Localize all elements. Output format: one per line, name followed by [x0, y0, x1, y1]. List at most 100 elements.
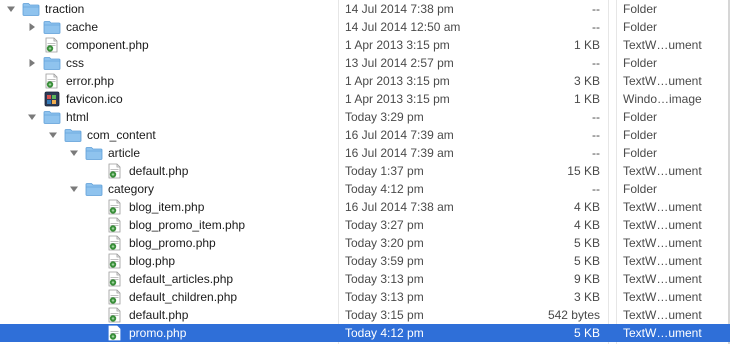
folder-icon: [85, 145, 103, 161]
file-row[interactable]: html Today 3:29 pm -- Folder: [0, 108, 730, 126]
file-row[interactable]: traction 14 Jul 2014 7:38 pm -- Folder: [0, 0, 730, 18]
folder-icon: [43, 19, 61, 35]
file-size: --: [592, 128, 600, 142]
disclosure-open-icon[interactable]: [6, 0, 18, 18]
file-name: error.php: [66, 74, 115, 88]
file-size: 5 KB: [573, 236, 600, 250]
file-row[interactable]: favicon.ico 1 Apr 2013 3:15 pm 1 KB Windo…i…: [0, 90, 730, 108]
php-document-icon: [43, 37, 61, 53]
file-size: --: [592, 20, 600, 34]
file-name: blog_promo_item.php: [129, 218, 246, 232]
folder-icon: [43, 109, 61, 125]
file-name: article: [108, 146, 141, 160]
disclosure-open-icon[interactable]: [48, 126, 60, 144]
file-size: 4 KB: [573, 218, 600, 232]
file-name: blog_item.php: [129, 200, 205, 214]
file-name: default.php: [129, 308, 189, 322]
file-row[interactable]: css 13 Jul 2014 2:57 pm -- Folder: [0, 54, 730, 72]
file-row[interactable]: component.php 1 Apr 2013 3:15 pm 1 KB TextW…: [0, 36, 730, 54]
file-size: 4 KB: [573, 200, 600, 214]
file-kind: Folder: [623, 56, 658, 70]
folder-icon: [64, 127, 82, 143]
file-kind: TextW…ument: [623, 290, 702, 304]
file-size: --: [592, 56, 600, 70]
file-row[interactable]: blog_promo.php Today 3:20 pm 5 KB TextW…ume…: [0, 234, 730, 252]
file-list: traction 14 Jul 2014 7:38 pm -- Folder cache…: [0, 0, 730, 344]
file-kind: Folder: [623, 20, 658, 34]
file-size: 3 KB: [573, 290, 600, 304]
file-kind: Folder: [623, 182, 658, 196]
file-name: cache: [66, 20, 99, 34]
file-name: blog_promo.php: [129, 236, 216, 250]
file-kind: TextW…ument: [623, 254, 702, 268]
file-kind: TextW…ument: [623, 308, 702, 322]
file-name: traction: [45, 2, 85, 16]
file-row[interactable]: cache 14 Jul 2014 12:50 am -- Folder: [0, 18, 730, 36]
php-document-icon: [43, 73, 61, 89]
php-document-icon: [106, 163, 124, 179]
file-name: css: [66, 56, 84, 70]
file-size: 1 KB: [573, 38, 600, 52]
file-kind: Folder: [623, 110, 658, 124]
file-row[interactable]: default_children.php Today 3:13 pm 3 KB Tex…: [0, 288, 730, 306]
file-row[interactable]: promo.php Today 4:12 pm 5 KB TextW…ument: [0, 324, 730, 342]
disclosure-open-icon[interactable]: [69, 144, 81, 162]
file-size: --: [592, 182, 600, 196]
file-name: default.php: [129, 164, 189, 178]
file-size: 9 KB: [573, 272, 600, 286]
file-kind: Windo…image: [623, 92, 702, 106]
file-kind: TextW…ument: [623, 236, 702, 250]
file-kind: TextW…ument: [623, 200, 702, 214]
file-size: 5 KB: [573, 254, 600, 268]
file-name: default_articles.php: [129, 272, 234, 286]
file-kind: Folder: [623, 2, 658, 16]
folder-icon: [43, 55, 61, 71]
php-document-icon: [106, 199, 124, 215]
disclosure-open-icon[interactable]: [69, 180, 81, 198]
file-row[interactable]: article 16 Jul 2014 7:39 am -- Folder: [0, 144, 730, 162]
file-row[interactable]: default.php Today 1:37 pm 15 KB TextW…ument: [0, 162, 730, 180]
file-size: --: [592, 2, 600, 16]
file-size: 542 bytes: [547, 308, 600, 322]
php-document-icon: [106, 307, 124, 323]
php-document-icon: [106, 235, 124, 251]
file-name: com_content: [87, 128, 156, 142]
folder-icon: [22, 1, 40, 17]
file-kind: TextW…ument: [623, 218, 702, 232]
file-size: --: [592, 146, 600, 160]
file-size: 3 KB: [573, 74, 600, 88]
file-kind: TextW…ument: [623, 38, 702, 52]
php-document-icon: [106, 253, 124, 269]
ico-image-icon: [43, 91, 61, 107]
file-size: 15 KB: [567, 164, 600, 178]
file-kind: TextW…ument: [623, 326, 702, 340]
file-name: category: [108, 182, 155, 196]
file-row[interactable]: blog_promo_item.php Today 3:27 pm 4 KB Text…: [0, 216, 730, 234]
file-row[interactable]: com_content 16 Jul 2014 7:39 am -- Folder: [0, 126, 730, 144]
disclosure-closed-icon[interactable]: [27, 18, 39, 36]
file-name: promo.php: [129, 326, 187, 340]
php-document-icon: [106, 289, 124, 305]
folder-icon: [85, 181, 103, 197]
file-row[interactable]: default_articles.php Today 3:13 pm 9 KB Tex…: [0, 270, 730, 288]
file-row[interactable]: blog.php Today 3:59 pm 5 KB TextW…ument: [0, 252, 730, 270]
php-document-icon: [106, 325, 124, 341]
php-document-icon: [106, 217, 124, 233]
disclosure-open-icon[interactable]: [27, 108, 39, 126]
file-kind: TextW…ument: [623, 272, 702, 286]
file-row[interactable]: default.php Today 3:15 pm 542 bytes TextW…u…: [0, 306, 730, 324]
php-document-icon: [106, 271, 124, 287]
file-kind: Folder: [623, 128, 658, 142]
file-row[interactable]: category Today 4:12 pm -- Folder: [0, 180, 730, 198]
file-row[interactable]: error.php 1 Apr 2013 3:15 pm 3 KB TextW…ume…: [0, 72, 730, 90]
file-row[interactable]: blog_item.php 16 Jul 2014 7:38 am 4 KB Text…: [0, 198, 730, 216]
file-name: component.php: [66, 38, 149, 52]
file-size: 1 KB: [573, 92, 600, 106]
file-name: default_children.php: [129, 290, 238, 304]
disclosure-closed-icon[interactable]: [27, 54, 39, 72]
file-kind: TextW…ument: [623, 164, 702, 178]
file-name: html: [66, 110, 89, 124]
file-name: favicon.ico: [66, 92, 123, 106]
file-size: --: [592, 110, 600, 124]
file-name: blog.php: [129, 254, 176, 268]
